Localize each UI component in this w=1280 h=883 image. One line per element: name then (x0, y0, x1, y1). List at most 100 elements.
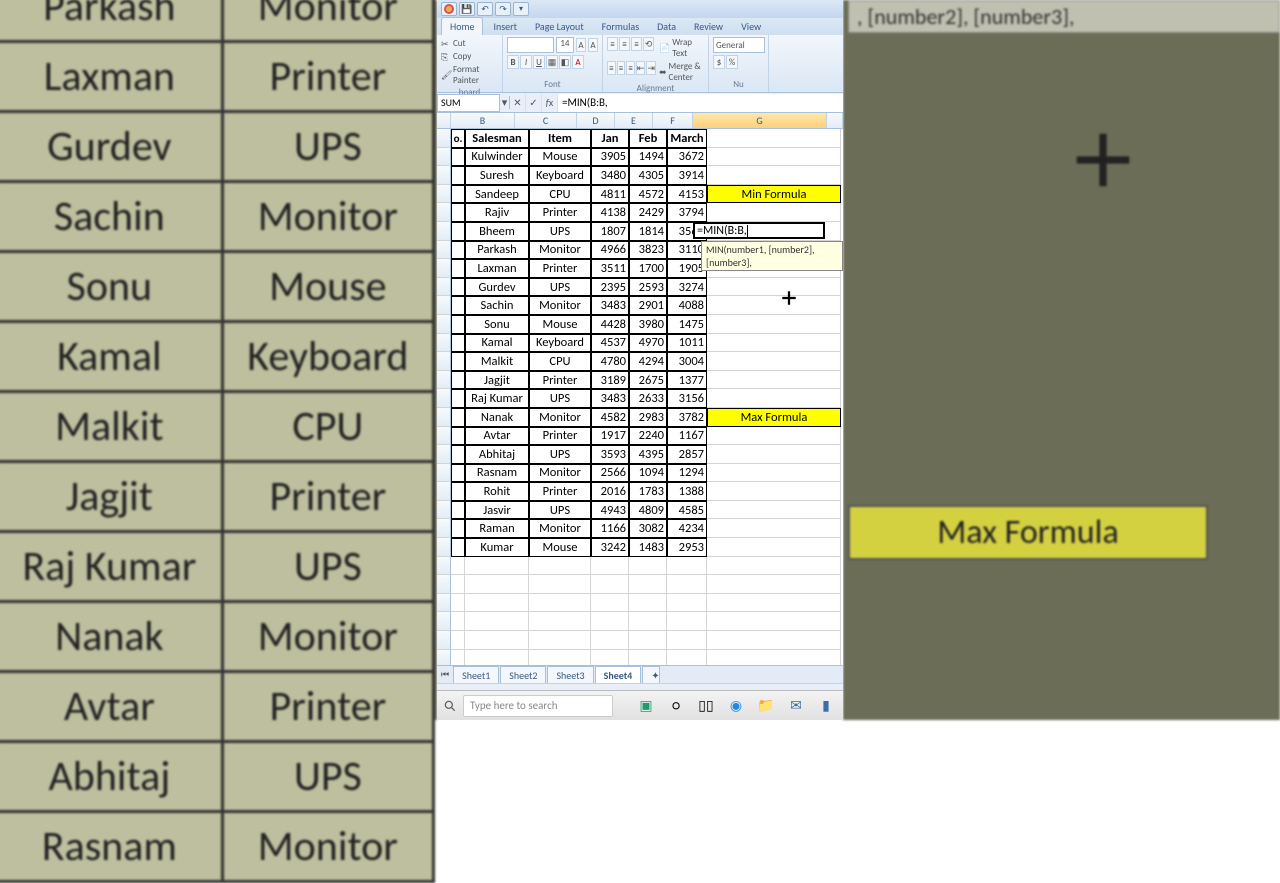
cell[interactable] (451, 575, 465, 594)
cell[interactable] (591, 612, 629, 631)
new-sheet-button[interactable]: ✦ (642, 666, 660, 684)
active-cell-editor[interactable]: =MIN(B:B, (693, 222, 825, 239)
row-header[interactable] (437, 203, 451, 222)
wrap-text-button[interactable]: 📄Wrap Text (659, 37, 704, 59)
row-header[interactable] (437, 241, 451, 260)
cell[interactable]: Avtar (465, 427, 529, 446)
mail-icon[interactable]: ✉ (783, 693, 809, 719)
cell[interactable]: Sonu (465, 315, 529, 334)
cell[interactable]: 2593 (629, 278, 667, 297)
row-header[interactable] (437, 575, 451, 594)
cell[interactable]: Monitor (529, 408, 591, 427)
cell[interactable]: Jan (591, 129, 629, 148)
bold-button[interactable]: B (507, 55, 519, 69)
col-header-c[interactable]: C (515, 113, 577, 128)
grow-font-button[interactable]: A (576, 38, 586, 52)
cell[interactable] (591, 575, 629, 594)
cell[interactable]: Keyboard (529, 166, 591, 185)
tab-data[interactable]: Data (649, 18, 684, 35)
cell[interactable] (707, 594, 841, 613)
cell[interactable] (707, 427, 841, 446)
cell[interactable]: Printer (529, 259, 591, 278)
taskbar-search-input[interactable]: Type here to search (463, 695, 613, 717)
edge-icon[interactable]: ◉ (723, 693, 749, 719)
cell[interactable] (451, 259, 465, 278)
sheet-tab[interactable]: Sheet1 (453, 666, 499, 684)
cell[interactable]: Parkash (465, 241, 529, 260)
cell[interactable] (451, 352, 465, 371)
cell[interactable]: Raj Kumar (465, 389, 529, 408)
cell[interactable]: 4395 (629, 445, 667, 464)
cell[interactable]: Salesman (465, 129, 529, 148)
row-header[interactable] (437, 464, 451, 483)
tab-review[interactable]: Review (686, 18, 731, 35)
cell[interactable] (451, 631, 465, 650)
cell[interactable] (667, 557, 707, 576)
cell[interactable]: 4572 (629, 185, 667, 204)
fill-color-button[interactable]: ◧ (559, 55, 571, 69)
row-header[interactable] (437, 371, 451, 390)
cell[interactable]: Printer (529, 371, 591, 390)
align-left-button[interactable]: ≡ (607, 61, 616, 75)
font-size-select[interactable]: 14 (556, 37, 574, 53)
cell[interactable]: Mouse (529, 315, 591, 334)
cell[interactable] (591, 631, 629, 650)
task-view-icon[interactable]: ▯▯ (693, 693, 719, 719)
format-painter-button[interactable]: 🖌Format Painter (441, 63, 498, 87)
cell[interactable]: 4305 (629, 166, 667, 185)
tab-view[interactable]: View (733, 18, 769, 35)
align-bottom-button[interactable]: ≡ (631, 37, 642, 51)
row-header[interactable] (437, 538, 451, 557)
cell[interactable] (591, 594, 629, 613)
cell[interactable]: UPS (529, 445, 591, 464)
cell[interactable]: Min Formula (707, 185, 841, 204)
cell[interactable] (707, 557, 841, 576)
cell[interactable]: CPU (529, 185, 591, 204)
cell[interactable]: 2901 (629, 296, 667, 315)
tab-home[interactable]: Home (441, 17, 483, 35)
cell[interactable]: 3483 (591, 389, 629, 408)
row-header[interactable] (437, 519, 451, 538)
cell[interactable]: Rohit (465, 482, 529, 501)
row-header[interactable] (437, 501, 451, 520)
align-center-button[interactable]: ≡ (617, 61, 626, 75)
cell[interactable] (529, 594, 591, 613)
merge-center-button[interactable]: ⬌Merge & Center (659, 61, 704, 83)
tab-formulas[interactable]: Formulas (594, 18, 647, 35)
cell[interactable]: UPS (529, 222, 591, 241)
cell[interactable]: Keyboard (529, 334, 591, 353)
cell[interactable]: 3672 (667, 148, 707, 167)
cell[interactable]: 3905 (591, 148, 629, 167)
row-header[interactable] (437, 631, 451, 650)
font-family-select[interactable] (507, 37, 554, 53)
cell[interactable] (629, 612, 667, 631)
cell[interactable] (707, 315, 841, 334)
cell[interactable]: 2953 (667, 538, 707, 557)
align-right-button[interactable]: ≡ (626, 61, 635, 75)
taskbar-app-icon[interactable]: ▣ (633, 693, 659, 719)
align-top-button[interactable]: ≡ (607, 37, 618, 51)
sheet-tab[interactable]: Sheet3 (547, 666, 593, 684)
cell[interactable]: 2983 (629, 408, 667, 427)
cell[interactable] (667, 612, 707, 631)
cell[interactable]: Malkit (465, 352, 529, 371)
cell[interactable] (707, 631, 841, 650)
indent-dec-button[interactable]: ⇤ (636, 61, 646, 75)
copy-button[interactable]: ⎘Copy (441, 50, 498, 63)
cell[interactable]: 1814 (629, 222, 667, 241)
cell[interactable]: 4809 (629, 501, 667, 520)
cell[interactable] (707, 445, 841, 464)
cell[interactable] (465, 575, 529, 594)
sheet-tab[interactable]: Sheet2 (500, 666, 546, 684)
cell[interactable]: 1917 (591, 427, 629, 446)
cell[interactable] (707, 334, 841, 353)
explorer-icon[interactable]: 📁 (753, 693, 779, 719)
name-box[interactable]: SUM (437, 94, 500, 112)
row-header[interactable] (437, 594, 451, 613)
qat-dropdown[interactable]: ▾ (513, 2, 529, 16)
save-button[interactable]: 💾 (459, 2, 475, 16)
cell[interactable] (667, 575, 707, 594)
cell[interactable] (529, 631, 591, 650)
cell[interactable] (707, 296, 841, 315)
cell[interactable] (707, 203, 841, 222)
